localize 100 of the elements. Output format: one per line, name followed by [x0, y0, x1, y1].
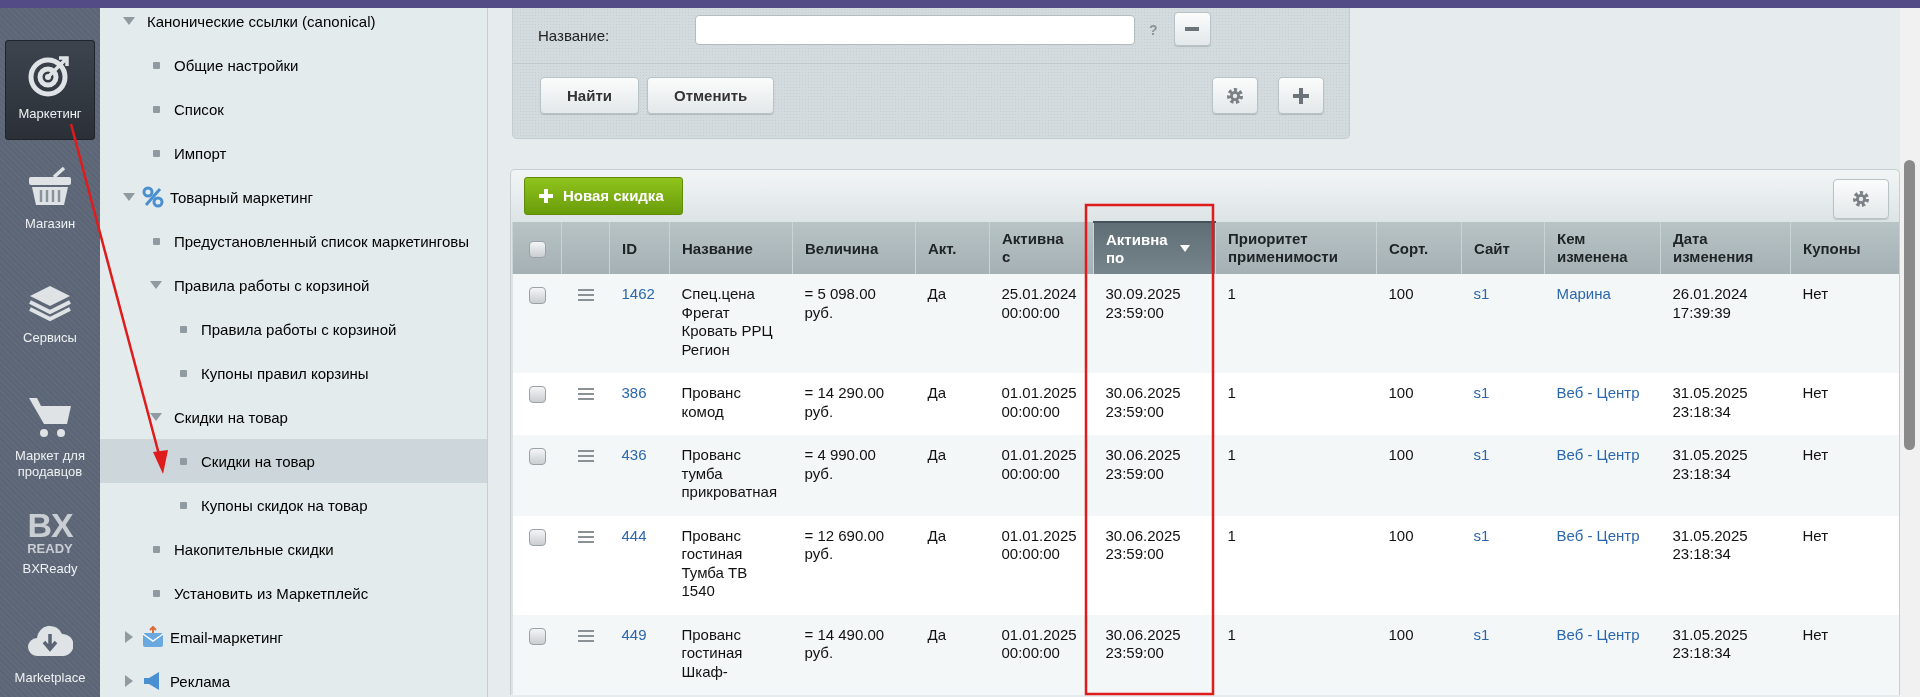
site-link[interactable]: s1 [1473, 526, 1490, 544]
menu-label: Реклама [170, 672, 231, 690]
table-cell: 100 [1376, 614, 1462, 695]
bullet-icon [179, 457, 187, 465]
envelope-icon [142, 626, 164, 648]
row-checkbox[interactable] [528, 528, 546, 546]
row-checkbox[interactable] [528, 287, 546, 304]
row-checkbox[interactable] [528, 448, 546, 465]
column-header[interactable]: Сайт [1461, 222, 1545, 274]
bullet-icon [179, 369, 187, 377]
menu-item[interactable]: Список [100, 87, 487, 131]
name-field[interactable] [695, 14, 1135, 45]
menu-label: Скидки на товар [174, 408, 288, 426]
cancel-button[interactable]: Отменить [646, 77, 775, 114]
menu-item[interactable]: Предустановленный список маркетинговы [100, 219, 487, 263]
id-link[interactable]: 1462 [621, 285, 655, 302]
column-header[interactable]: Активна с [989, 222, 1094, 274]
table-cell: Прованс гостиная Тумба ТВ 1540 [669, 515, 793, 615]
id-link[interactable]: 449 [621, 625, 647, 643]
column-header[interactable]: ID [609, 222, 670, 274]
table-cell: Да [915, 515, 990, 615]
collapse-button[interactable] [1173, 11, 1211, 46]
table-cell: Нет [1790, 614, 1899, 695]
bullet-icon [152, 589, 160, 597]
site-link[interactable]: s1 [1473, 384, 1490, 401]
sidebar-item[interactable]: Маркет для продавцов [5, 382, 95, 482]
user-link[interactable]: Веб - Центр [1556, 446, 1640, 463]
column-header[interactable]: Кем изменена [1544, 222, 1661, 274]
column-header[interactable]: Название [669, 222, 793, 274]
site-link[interactable]: s1 [1473, 285, 1490, 302]
column-header[interactable]: Сорт. [1376, 222, 1462, 274]
caret-down-icon[interactable] [123, 17, 135, 25]
table-cell: 25.01.2024 00:00:00 [989, 274, 1094, 373]
column-header[interactable]: Купоны [1790, 222, 1899, 274]
settings-button[interactable] [1212, 77, 1258, 114]
user-link[interactable]: Веб - Центр [1556, 384, 1640, 401]
menu-item[interactable]: Скидки на товар [100, 395, 487, 439]
table-cell: 01.01.2025 00:00:00 [989, 515, 1094, 615]
caret-right-icon[interactable] [125, 675, 133, 687]
caret-down-icon[interactable] [150, 281, 162, 289]
bullet-icon [179, 501, 187, 509]
scrollbar-thumb[interactable] [1904, 160, 1915, 450]
user-link[interactable]: Веб - Центр [1556, 625, 1640, 643]
menu-item[interactable]: Импорт [100, 131, 487, 175]
menu-item[interactable]: Реклама [100, 659, 487, 697]
id-link[interactable]: 444 [621, 526, 647, 544]
menu-item[interactable]: Правила работы с корзиной [100, 263, 487, 307]
table-cell: = 14 290.00 руб. [792, 373, 916, 435]
menu-item[interactable]: Общие настройки [100, 43, 487, 87]
caret-down-icon[interactable] [150, 413, 162, 421]
menu-icon[interactable] [577, 450, 594, 462]
table-cell: = 14 490.00 руб. [792, 614, 916, 695]
menu-icon[interactable] [577, 530, 594, 543]
find-button[interactable]: Найти [540, 77, 639, 114]
settings-button[interactable] [1833, 178, 1889, 219]
caret-right-icon[interactable] [125, 631, 133, 643]
add-button[interactable] [1278, 77, 1324, 114]
table-cell: 30.06.2025 23:59:00 [1093, 515, 1216, 615]
sidebar-item[interactable]: Маркетинг [5, 40, 95, 140]
menu-item[interactable]: Накопительные скидки [100, 527, 487, 571]
table-cell: = 4 990.00 руб. [792, 435, 916, 516]
column-header[interactable]: Дата изменения [1660, 222, 1791, 274]
site-link[interactable]: s1 [1473, 446, 1490, 463]
select-all-checkbox[interactable] [528, 240, 546, 258]
sidebar-item[interactable]: Сервисы [5, 268, 95, 368]
menu-icon[interactable] [577, 388, 594, 400]
user-link[interactable]: Веб - Центр [1556, 526, 1640, 544]
table-cell: Прованс гостиная Шкаф- [669, 614, 793, 695]
id-link[interactable]: 386 [621, 384, 647, 401]
table-cell: 31.05.2025 23:18:34 [1660, 373, 1791, 435]
table-cell: 31.05.2025 23:18:34 [1660, 515, 1791, 615]
menu-item[interactable]: Скидки на товар [100, 439, 487, 483]
menu-item[interactable]: Установить из Маркетплейс [100, 571, 487, 615]
table-cell: 100 [1376, 373, 1462, 435]
sidebar-item[interactable]: Marketplace [5, 610, 95, 697]
row-checkbox[interactable] [528, 627, 546, 645]
site-link[interactable]: s1 [1473, 625, 1490, 643]
column-header[interactable]: Акт. [915, 222, 990, 274]
column-header[interactable]: Величина [792, 222, 916, 274]
menu-item[interactable]: Купоны скидок на товар [100, 483, 487, 527]
caret-down-icon[interactable] [123, 193, 135, 201]
menu-item[interactable]: Правила работы с корзиной [100, 307, 487, 351]
table-cell: 1 [1215, 373, 1377, 435]
column-header[interactable]: Приоритет применимости [1215, 222, 1377, 274]
table-cell: 1 [1215, 515, 1377, 615]
menu-icon[interactable] [577, 629, 594, 642]
user-link[interactable]: Марина [1556, 285, 1611, 302]
menu-item[interactable]: Канонические ссылки (canonical) [100, 8, 487, 43]
menu-label: Купоны правил корзины [201, 364, 369, 382]
menu-item[interactable]: Купоны правил корзины [100, 351, 487, 395]
column-header[interactable]: Активна по [1093, 222, 1216, 274]
menu-icon[interactable] [577, 289, 594, 301]
sidebar-item[interactable]: Магазин [5, 154, 95, 254]
id-link[interactable]: 436 [621, 446, 647, 463]
sidebar-item[interactable]: BX READY BXReady [5, 496, 95, 596]
menu-item[interactable]: Email-маркетинг [100, 615, 487, 659]
row-checkbox[interactable] [528, 386, 546, 403]
bullet-icon [179, 325, 187, 333]
menu-item[interactable]: Товарный маркетинг [100, 175, 487, 219]
table-cell: Да [915, 435, 990, 516]
